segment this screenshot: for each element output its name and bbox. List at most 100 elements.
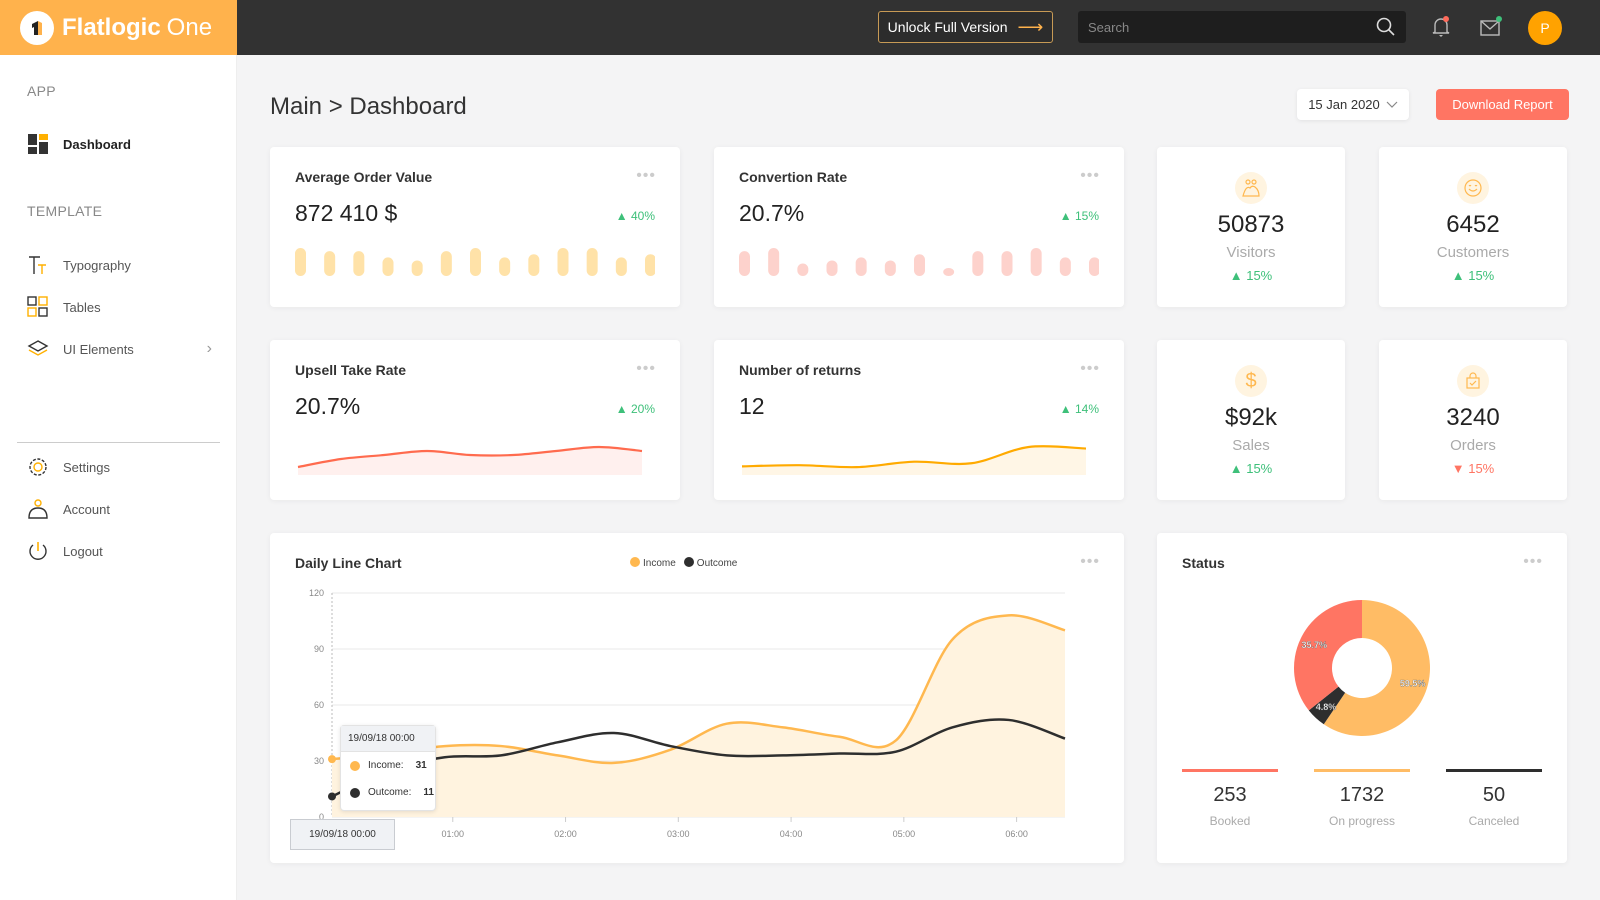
x-tick-label: 01:00 [442,829,465,839]
date-value: 15 Jan 2020 [1308,97,1380,112]
trend-up-icon: ▲ [615,209,631,223]
data-point-income[interactable] [328,755,336,764]
top-bar: Flatlogic One Unlock Full Version ⟶ P [0,0,1600,55]
status-bar-on-progress [1314,769,1410,772]
search-icon[interactable] [1376,17,1396,37]
dashboard-icon [27,133,49,155]
sidebar-section-app: APP [27,83,56,99]
spark-area [298,447,642,475]
card-title: Upsell Take Rate [295,362,407,378]
spark-bar [645,254,655,276]
sidebar-item-label: Account [63,501,110,517]
search-input[interactable] [1088,19,1348,35]
delta-value: 14% [1074,402,1099,416]
status-value-canceled: 50 [1482,784,1506,806]
date-select[interactable]: 15 Jan 2020 [1297,89,1409,120]
spark-bar [826,260,838,276]
spark-bar [972,251,984,276]
delta-value: 15% [1468,461,1495,476]
mail-icon[interactable] [1478,14,1504,40]
kpi-card-upsell-take-rate: Upsell Take Rate ••• 20.7% ▲ 20% [270,340,680,500]
stat-value: 50873 [1217,211,1285,238]
spark-bar [557,248,569,276]
stat-delta: ▲ 15% [1157,268,1345,283]
data-point-outcome[interactable] [328,792,336,801]
power-icon [27,540,49,562]
sidebar-item-ui-elements[interactable]: UI Elements › [27,338,212,360]
kpi-value: 872 410 $ [295,200,398,226]
search-box [1078,11,1406,43]
more-options-icon[interactable]: ••• [636,167,656,185]
x-tick-label: 02:00 [554,829,577,839]
spark-bar [768,248,780,276]
more-options-icon[interactable]: ••• [1080,167,1100,185]
brand-logo[interactable]: Flatlogic One [0,0,237,55]
sidebar-item-typography[interactable]: Typography [27,254,212,276]
status-bar-booked [1182,769,1278,772]
download-report-button[interactable]: Download Report [1436,89,1569,120]
tooltip-label: Income: [368,760,404,771]
unlock-label: Unlock Full Version [887,19,1008,35]
tables-icon [27,296,49,318]
chevron-right-icon[interactable]: › [207,340,212,358]
donut-label: 4.8% [1316,702,1337,712]
spark-bar [382,257,394,276]
sparkline [739,248,1099,276]
user-avatar[interactable]: P [1528,11,1562,45]
card-title: Status [1182,555,1225,571]
stat-value: $92k [1224,404,1278,431]
delta-value: 20% [630,402,655,416]
sidebar-item-account[interactable]: Account [27,498,212,520]
kpi-value: 20.7% [739,200,805,226]
page-title: Main > Dashboard [270,93,467,120]
more-options-icon[interactable]: ••• [636,360,656,378]
sidebar-item-tables[interactable]: Tables [27,296,212,318]
chart-tooltip: 19/09/18 00:00 Income: 31 Outcome: 11 [340,725,436,811]
spark-bar [324,251,336,276]
bell-icon[interactable] [1428,14,1454,40]
status-donut-chart[interactable]: 59.5% 4.8% 35.7% [1157,573,1567,773]
stat-label: Sales [1232,437,1270,454]
more-options-icon[interactable]: ••• [1523,553,1543,571]
sidebar-item-label: Logout [63,543,103,559]
stat-card-visitors: 50873 Visitors ▲ 15% [1157,147,1345,307]
sidebar-item-logout[interactable]: Logout [27,540,212,562]
spark-area [742,446,1086,475]
kpi-card-number-of-returns: Number of returns ••• 12 ▲ 14% [714,340,1124,500]
kpi-delta: ▲ 14% [1060,402,1099,416]
sidebar-item-settings[interactable]: Settings [27,456,212,478]
spark-bar [586,248,598,276]
spark-bar [411,260,423,276]
y-tick-label: 90 [314,644,324,654]
spark-bar [739,251,750,276]
donut-label: 35.7% [1301,640,1327,650]
stat-label: Customers [1436,244,1510,261]
typography-icon [27,254,49,276]
donut-label: 59.5% [1400,679,1426,689]
stat-card-customers: 6452 Customers ▲ 15% [1379,147,1567,307]
sidebar-item-dashboard[interactable]: Dashboard [27,133,212,155]
stat-label: Orders [1450,437,1496,454]
series-area-income [332,615,1065,817]
y-tick-label: 60 [314,700,324,710]
main-content: Main > Dashboard 15 Jan 2020 Download Re… [237,55,1600,900]
sidebar-item-label: Tables [63,299,101,315]
tooltip-row-outcome: Outcome: 11 [341,779,435,806]
daily-line-chart-card: Daily Line Chart ••• Income Outcome 0 30 6… [270,533,1124,863]
unlock-full-version-button[interactable]: Unlock Full Version ⟶ [878,11,1053,43]
status-label-canceled: Canceled [1468,814,1520,828]
spark-bar [914,254,925,276]
kpi-card-conversion-rate: Convertion Rate ••• 20.7% ▲ 15% [714,147,1124,307]
layers-icon [27,338,49,360]
kpi-value: 20.7% [295,393,361,419]
kpi-delta: ▲ 40% [616,209,655,223]
spark-bar [855,257,867,276]
tooltip-value: 11 [423,787,434,798]
sparkline [297,445,643,475]
donut-slice-booked[interactable] [1294,600,1362,711]
status-value-on-progress: 1732 [1339,784,1385,806]
sparkline [741,445,1087,475]
trend-up-icon: ▲ [1059,402,1075,416]
more-options-icon[interactable]: ••• [1080,360,1100,378]
line-chart-plot[interactable]: 030609012001:00 02:00 03:00 04:00 05:00 06:00 [270,533,1124,863]
